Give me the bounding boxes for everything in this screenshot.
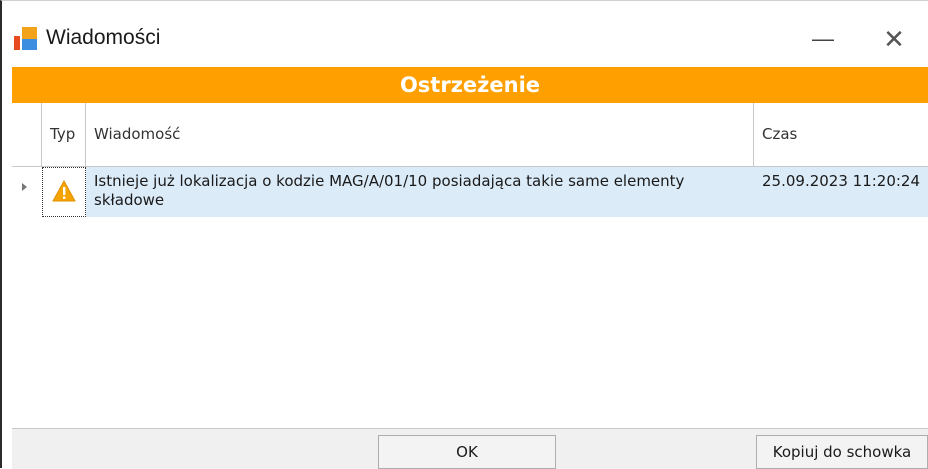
- time-text: 25.09.2023 11:20:24: [762, 172, 921, 190]
- message-cell[interactable]: Istnieje już lokalizacja o kodzie MAG/A/…: [86, 167, 754, 217]
- warning-banner: Ostrzeżenie: [12, 67, 928, 103]
- window-title: Wiadomości: [46, 26, 161, 49]
- column-header-type[interactable]: Typ: [42, 103, 86, 167]
- type-cell[interactable]: [42, 167, 86, 217]
- copy-to-clipboard-button[interactable]: Kopiuj do schowka: [756, 435, 928, 469]
- close-button[interactable]: ✕: [871, 19, 917, 59]
- minimize-button[interactable]: —: [800, 19, 846, 59]
- column-header-time[interactable]: Czas: [754, 103, 928, 167]
- row-pointer-icon: [22, 183, 27, 191]
- messages-grid: Typ Wiadomość Czas Istnieje już lokaliza…: [12, 103, 928, 429]
- messages-dialog: Wiadomości — ✕ Ostrzeżenie Typ Wiadomość…: [0, 0, 928, 469]
- column-header-message[interactable]: Wiadomość: [86, 103, 754, 167]
- warning-icon: [52, 180, 76, 202]
- banner-title: Ostrzeżenie: [399, 73, 541, 97]
- ok-button[interactable]: OK: [378, 435, 556, 469]
- message-text: Istnieje już lokalizacja o kodzie MAG/A/…: [94, 172, 685, 209]
- row-indicator: [12, 167, 42, 217]
- title-bar: Wiadomości — ✕: [2, 1, 928, 63]
- grid-header: Typ Wiadomość Czas: [12, 103, 928, 167]
- table-row[interactable]: Istnieje już lokalizacja o kodzie MAG/A/…: [12, 167, 928, 217]
- time-cell[interactable]: 25.09.2023 11:20:24: [754, 167, 928, 217]
- button-bar: OK Kopiuj do schowka: [12, 429, 928, 469]
- app-logo-icon: [14, 27, 40, 53]
- row-indicator-header: [12, 103, 42, 167]
